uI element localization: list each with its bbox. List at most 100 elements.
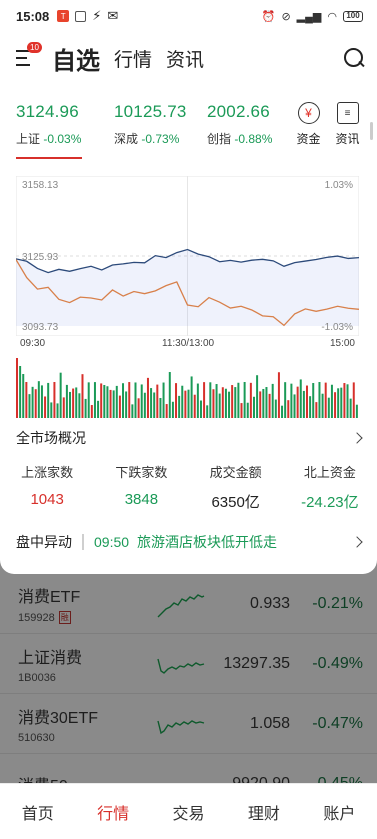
volume-bar — [302, 390, 305, 418]
volume-bar — [265, 387, 268, 418]
index-change: -0.03% — [43, 132, 82, 146]
mute-icon: ⊘ — [281, 10, 291, 23]
index-shanghai[interactable]: 3124.96 上证 -0.03% — [16, 102, 104, 156]
item-change: -0.21% — [312, 594, 363, 612]
capital-flow-button[interactable]: ¥ 资金 — [291, 102, 326, 156]
stat-advancers: 上涨家数 1043 — [0, 462, 94, 512]
stat-value: 6350亿 — [211, 494, 260, 511]
watchlist: 消费ETF 159928 融 0.933 -0.21% 上证消费 1B0036 1… — [0, 574, 377, 814]
volume-bar — [109, 389, 112, 418]
stat-northbound: 北上资金 -24.23亿 — [283, 462, 377, 512]
app-notification-icon: T — [57, 10, 70, 22]
volume-bar — [334, 392, 337, 418]
chevron-right-icon — [351, 432, 363, 444]
sparkline — [157, 658, 205, 674]
horizontal-scrollbar — [370, 122, 373, 140]
document-icon: ≡ — [336, 102, 359, 124]
volume-bar — [25, 382, 28, 418]
volume-bar — [243, 382, 246, 418]
intraday-chart[interactable]: 3158.13 1.03% 3125.93 3093.73 -1.03% 09:… — [16, 176, 359, 349]
item-price: 1.058 — [250, 714, 291, 732]
volume-bar — [324, 382, 327, 418]
item-change: -0.47% — [312, 714, 363, 732]
volume-bar — [209, 382, 212, 418]
capital-flow-label: 资金 — [296, 132, 321, 146]
chart-ymid-label: 3125.93 — [22, 252, 59, 263]
stat-turnover: 成交金额 6350亿 — [189, 462, 283, 512]
stat-decliners: 下跌家数 3848 — [94, 462, 188, 512]
volume-bar — [312, 383, 315, 418]
intraday-alert[interactable]: 盘中异动 09:50 旅游酒店板块低开低走 — [16, 532, 363, 552]
tab-account[interactable]: 账户 — [302, 800, 377, 824]
volume-bar — [50, 402, 53, 418]
market-overview-header[interactable]: 全市场概况 — [16, 428, 363, 448]
volume-bar — [146, 377, 149, 418]
tab-wealth[interactable]: 理财 — [226, 800, 301, 824]
chart-x-start-label: 09:30 — [20, 338, 46, 349]
volume-bar — [122, 383, 125, 418]
wifi-icon: ◠ — [327, 10, 337, 23]
volume-bar — [34, 389, 37, 418]
volume-bar — [249, 382, 252, 418]
status-system-icons: ⏰ ⊘ ▂▄▆ ◠ 100 — [262, 10, 363, 23]
volume-bar — [256, 375, 259, 418]
volume-bar — [131, 404, 134, 418]
volume-bar — [100, 383, 103, 418]
tab-trade[interactable]: 交易 — [151, 800, 226, 824]
volume-bar — [59, 372, 62, 418]
volume-bar — [327, 397, 330, 418]
tab-quotes[interactable]: 行情 — [75, 800, 150, 824]
stat-value: 3848 — [124, 491, 159, 508]
volume-bar — [84, 398, 87, 418]
volume-bar — [240, 403, 243, 418]
volume-bar — [237, 382, 240, 418]
volume-bar — [165, 404, 168, 418]
volume-bar — [175, 383, 178, 418]
volume-bar — [305, 385, 308, 418]
item-code: 1B0036 — [18, 671, 56, 684]
index-shenzhen[interactable]: 10125.73 深成 -0.73% — [114, 102, 211, 156]
volume-bar — [37, 381, 40, 418]
alert-label: 盘中异动 — [16, 534, 72, 550]
tab-home[interactable]: 首页 — [0, 800, 75, 824]
bolt-icon: ⚡ — [92, 8, 102, 23]
search-icon[interactable] — [343, 47, 365, 69]
intraday-chart-svg — [16, 176, 359, 336]
tab-market[interactable]: 行情 — [114, 45, 152, 72]
volume-bar — [72, 388, 75, 418]
volume-bar — [212, 389, 215, 418]
volume-bar — [53, 382, 56, 418]
list-item[interactable]: 上证消费 1B0036 13297.35 -0.49% — [0, 634, 377, 694]
alarm-icon: ⏰ — [261, 10, 276, 23]
market-stats: 上涨家数 1043 下跌家数 3848 成交金额 6350亿 北上资金 -24.… — [0, 462, 377, 512]
volume-bar — [118, 395, 121, 418]
volume-bar — [28, 394, 31, 418]
item-price: 0.933 — [250, 594, 291, 612]
index-change: -0.88% — [234, 132, 273, 146]
volume-chart-svg — [16, 358, 358, 418]
volume-bar — [259, 391, 262, 418]
volume-bar — [296, 386, 299, 418]
volume-bar — [81, 374, 84, 418]
mail-icon: ✉ — [107, 8, 119, 23]
tab-watchlist[interactable]: 自选 — [52, 41, 100, 76]
volume-bar — [168, 372, 171, 418]
volume-bar — [90, 405, 93, 418]
volume-bar — [290, 383, 293, 418]
index-name: 深成 — [114, 132, 139, 146]
volume-bar — [246, 402, 249, 418]
volume-bar — [299, 379, 302, 418]
list-item[interactable]: 消费30ETF 510630 1.058 -0.47% — [0, 694, 377, 754]
news-button[interactable]: ≡ 资讯 — [330, 102, 365, 156]
list-item[interactable]: 消费ETF 159928 融 0.933 -0.21% — [0, 574, 377, 634]
volume-bar — [349, 398, 352, 418]
menu-icon[interactable]: 10 — [16, 42, 42, 66]
index-chinext[interactable]: 2002.66 创指 -0.88% — [207, 102, 297, 156]
item-name: 上证消费 — [18, 649, 83, 667]
volume-bar — [252, 396, 255, 418]
status-time: 15:08 — [16, 8, 50, 24]
tab-news[interactable]: 资讯 — [166, 45, 204, 72]
alert-divider — [82, 534, 84, 550]
chevron-right-icon — [351, 536, 363, 548]
volume-bar — [16, 358, 18, 418]
